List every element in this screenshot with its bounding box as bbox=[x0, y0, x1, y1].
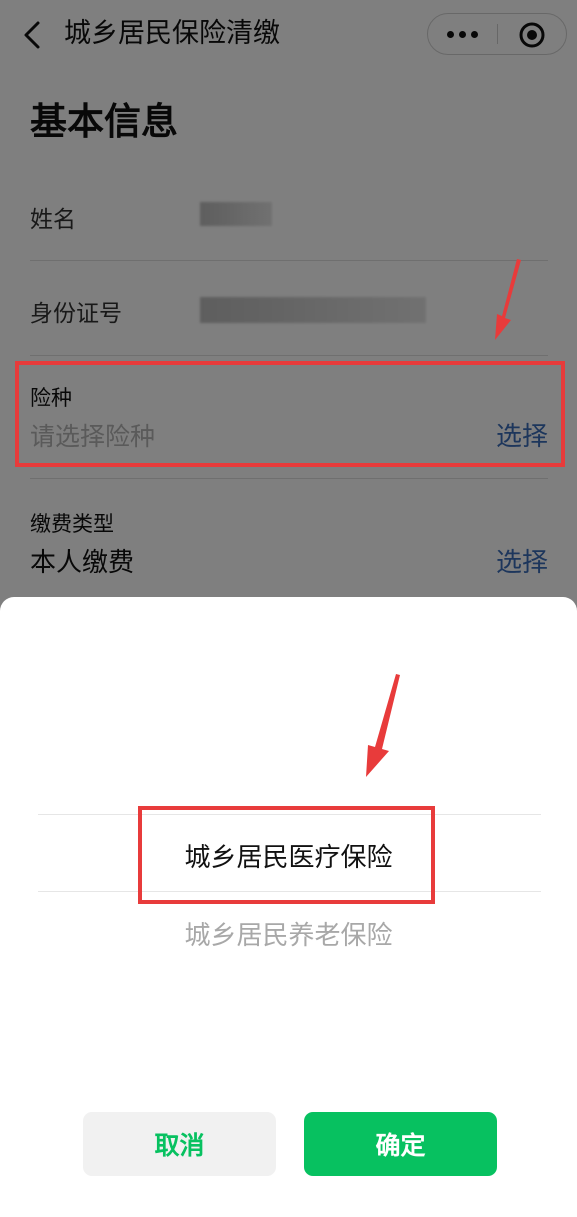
picker-sheet: 城乡居民医疗保险 城乡居民养老保险 取消 确定 bbox=[0, 597, 577, 1217]
highlight-box-selected-option bbox=[138, 806, 435, 904]
confirm-button[interactable]: 确定 bbox=[304, 1112, 497, 1176]
page: 城乡居民保险清缴 基本信息 姓名 身份证号 险种 请选择险种 选择 缴费类型 本… bbox=[0, 0, 577, 1217]
highlight-box-insurance-row bbox=[15, 361, 565, 467]
cancel-button[interactable]: 取消 bbox=[83, 1112, 276, 1176]
arrow-icon bbox=[495, 259, 521, 340]
picker-option[interactable]: 城乡居民养老保险 bbox=[0, 915, 577, 952]
arrow-icon bbox=[366, 674, 400, 777]
